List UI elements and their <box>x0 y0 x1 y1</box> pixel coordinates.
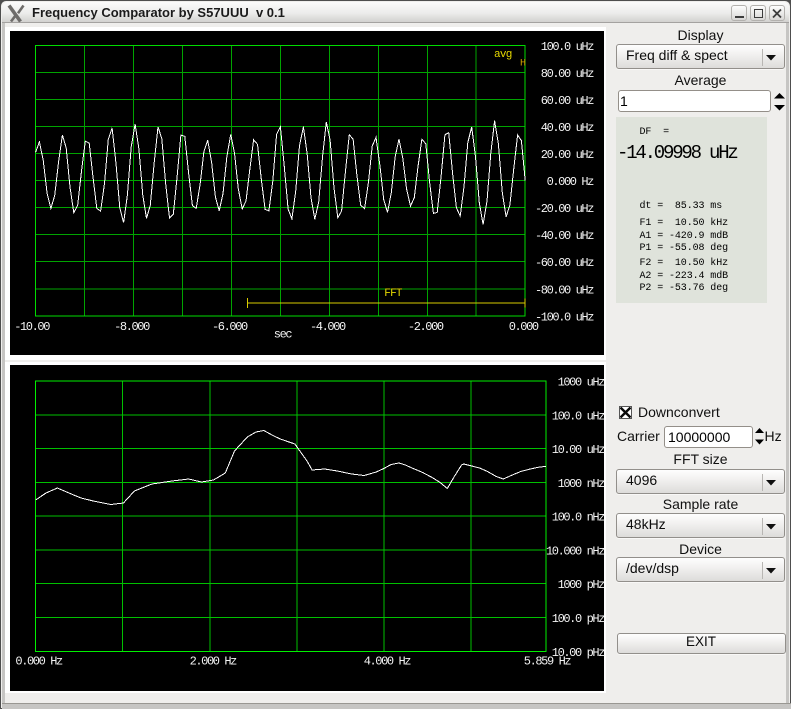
svg-text:-6.000: -6.000 <box>212 320 248 334</box>
svg-text:0.000 Hz: 0.000 Hz <box>15 655 63 669</box>
svg-text:0.000: 0.000 <box>509 320 539 334</box>
svg-text:10.00 uHz: 10.00 uHz <box>552 443 605 457</box>
svg-text:100.0 uHz: 100.0 uHz <box>541 40 594 54</box>
svg-text:-10.00: -10.00 <box>14 320 50 334</box>
svg-text:-20.00 uHz: -20.00 uHz <box>535 202 594 216</box>
svg-text:10.000 nHz: 10.000 nHz <box>546 544 605 558</box>
svg-text:H: H <box>520 58 526 69</box>
svg-text:-8.000: -8.000 <box>114 320 150 334</box>
svg-text:2.000 Hz: 2.000 Hz <box>190 655 238 669</box>
svg-text:4.000 Hz: 4.000 Hz <box>364 655 412 669</box>
svg-text:avg: avg <box>494 49 512 61</box>
svg-text:-4.000: -4.000 <box>310 320 346 334</box>
svg-text:60.00 uHz: 60.00 uHz <box>541 94 594 108</box>
svg-text:sec: sec <box>274 328 293 342</box>
svg-text:100.0 nHz: 100.0 nHz <box>552 511 605 525</box>
svg-text:FFT: FFT <box>384 288 403 300</box>
svg-text:1000 pHz: 1000 pHz <box>558 578 606 592</box>
svg-text:100.0 uHz: 100.0 uHz <box>552 409 605 423</box>
svg-text:-40.00 uHz: -40.00 uHz <box>535 229 594 243</box>
svg-text:1000 uHz: 1000 uHz <box>558 376 606 390</box>
svg-text:40.00 uHz: 40.00 uHz <box>541 121 594 135</box>
svg-text:-100.0 uHz: -100.0 uHz <box>535 310 594 324</box>
svg-text:80.00 uHz: 80.00 uHz <box>541 67 594 81</box>
svg-text:1000 nHz: 1000 nHz <box>558 477 606 491</box>
svg-text:-60.00 uHz: -60.00 uHz <box>535 256 594 270</box>
svg-text:-2.000: -2.000 <box>408 320 444 334</box>
svg-text:-80.00 uHz: -80.00 uHz <box>535 283 594 297</box>
svg-text:0.000 Hz: 0.000 Hz <box>547 175 595 189</box>
svg-text:5.859 Hz: 5.859 Hz <box>524 655 572 669</box>
svg-text:100.0 pHz: 100.0 pHz <box>552 612 605 626</box>
svg-text:20.00 uHz: 20.00 uHz <box>541 148 594 162</box>
